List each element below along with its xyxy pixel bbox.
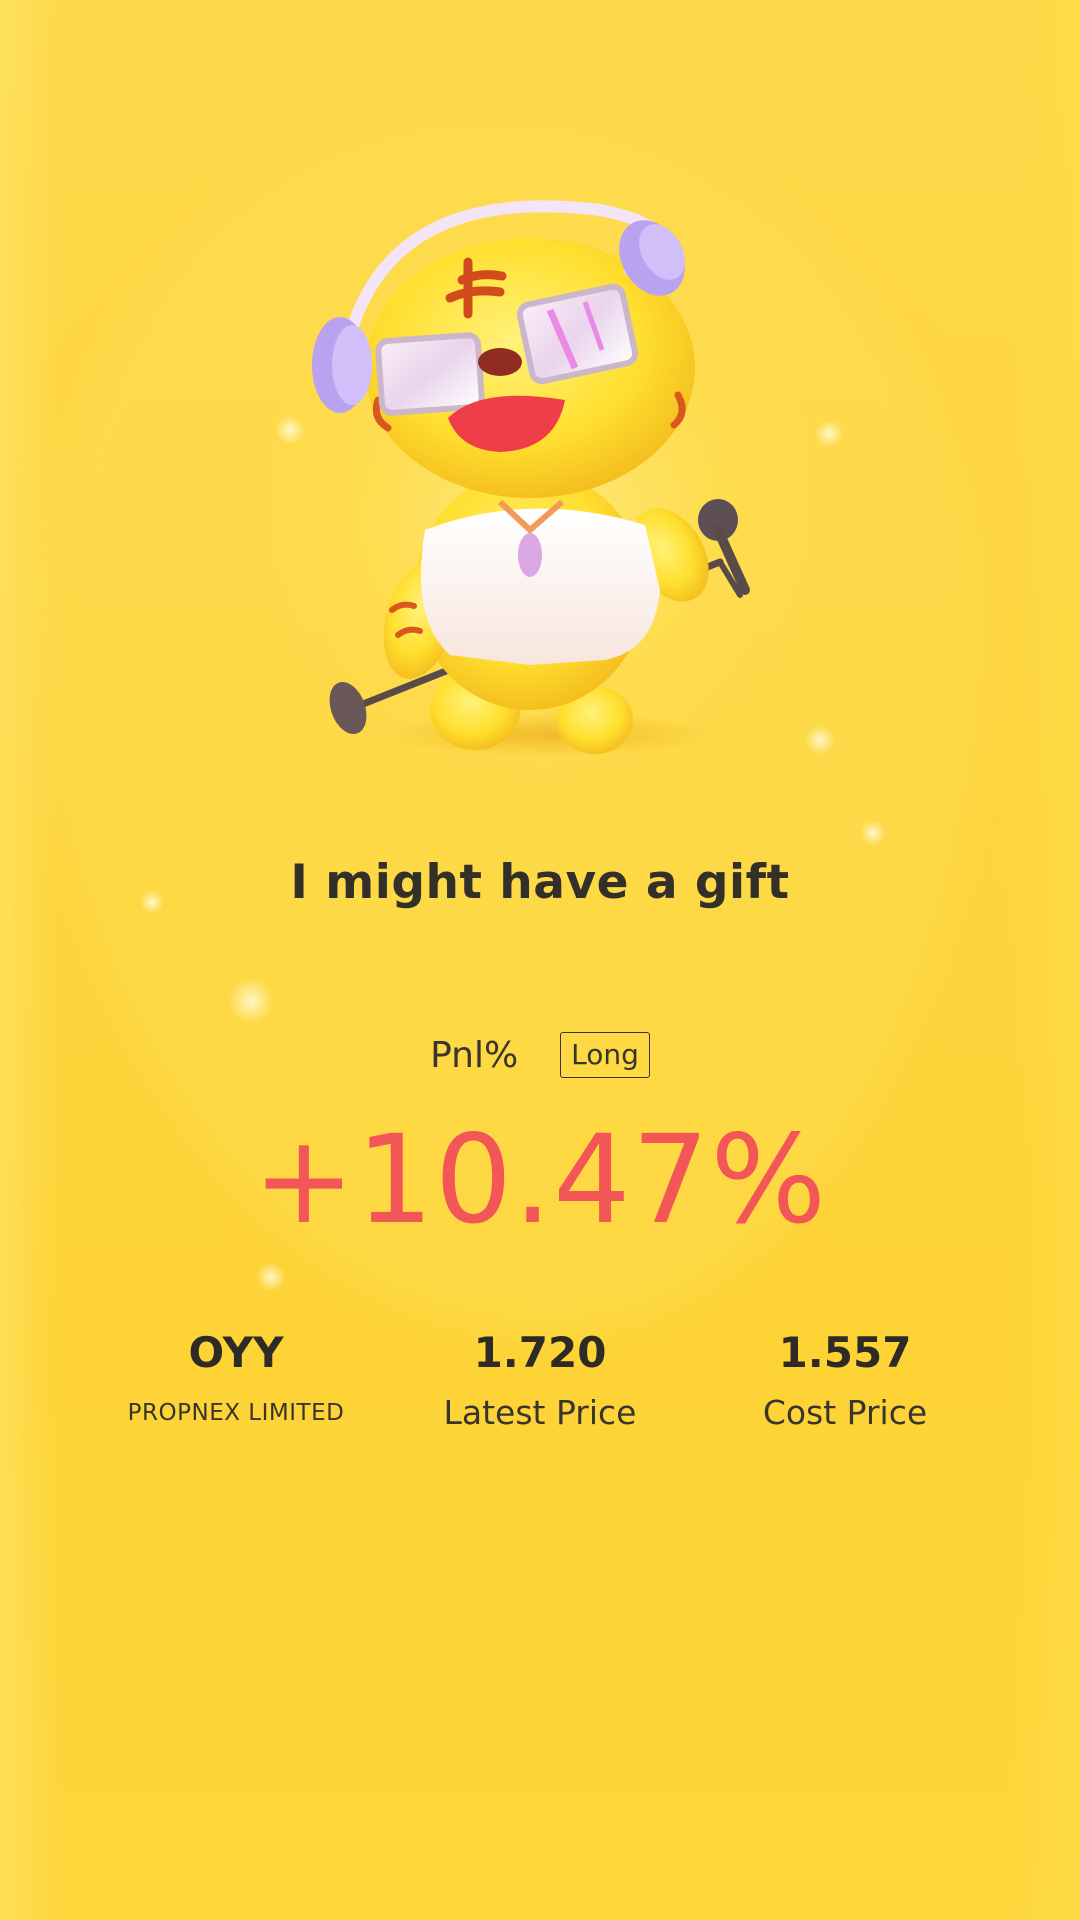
stats-row: OYY PROPNEX LIMITED 1.720 Latest Price 1…: [0, 1325, 1080, 1455]
cost-price-label: Cost Price: [762, 1393, 928, 1432]
stock-info: OYY PROPNEX LIMITED: [86, 1325, 386, 1433]
sparkle: [815, 420, 843, 448]
background-edge-right: [1010, 0, 1080, 1920]
pnl-percentage: +10.47%: [252, 1109, 828, 1251]
pnl-label: Pnl%: [430, 1034, 519, 1076]
stock-name: PROPNEX LIMITED: [127, 1400, 345, 1426]
headline: I might have a gift: [290, 855, 790, 910]
pnl-header: Pnl% Long: [0, 1032, 1080, 1078]
sparkle: [256, 1262, 286, 1292]
latest-price-info: 1.720 Latest Price: [390, 1325, 690, 1435]
share-card-screen: I might have a gift Pnl% Long +10.47% OY…: [0, 0, 1080, 1920]
stock-ticker: OYY: [188, 1328, 284, 1377]
cost-price-info: 1.557 Cost Price: [695, 1325, 995, 1435]
position-direction-badge: Long: [560, 1032, 650, 1078]
tiger-mascot-singing-icon: [300, 190, 780, 770]
latest-price-label: Latest Price: [443, 1393, 637, 1432]
sparkle: [860, 820, 886, 846]
sparkle: [805, 725, 835, 755]
sparkle: [228, 978, 274, 1024]
latest-price-value: 1.720: [473, 1328, 607, 1377]
background-edge-left: [0, 0, 60, 1920]
cost-price-value: 1.557: [778, 1328, 912, 1377]
